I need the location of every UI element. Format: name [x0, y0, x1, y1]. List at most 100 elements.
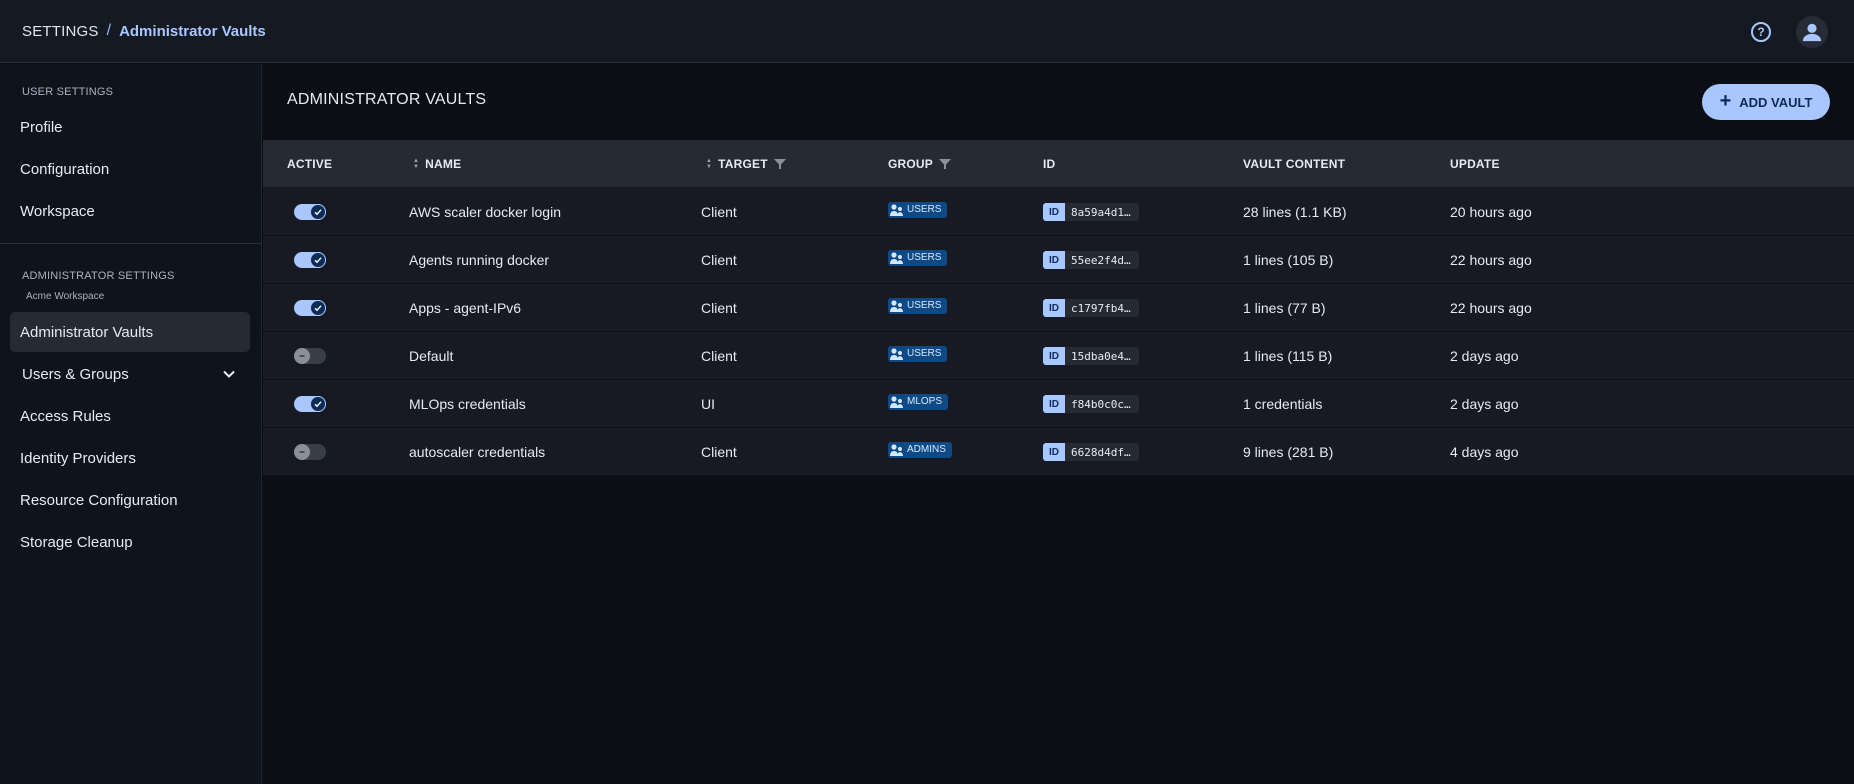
add-vault-label: ADD VAULT [1739, 94, 1813, 110]
vault-updated: 2 days ago [1450, 396, 1519, 412]
vault-content: 1 lines (77 B) [1243, 300, 1326, 316]
id-tag: ID [1043, 347, 1065, 365]
vaults-table: ACTIVE ▲ ▼ NAME ▲ ▼ TARGET GROUP ID VAULT … [263, 140, 1854, 476]
sidebar-item-label: Workspace [20, 202, 95, 220]
table-row[interactable]: MLOps credentials UI MLOPS ID f84b0c0c… … [263, 380, 1854, 428]
group-icon [890, 347, 903, 360]
active-toggle[interactable] [294, 396, 326, 412]
vault-name[interactable]: MLOps credentials [409, 380, 526, 428]
top-bar: SETTINGS / Administrator Vaults ? [0, 0, 1854, 63]
sidebar-item-identity-providers[interactable]: Identity Providers [10, 438, 250, 478]
active-toggle[interactable] [294, 252, 326, 268]
add-vault-button[interactable]: + ADD VAULT [1702, 84, 1830, 120]
table-header: ACTIVE ▲ ▼ NAME ▲ ▼ TARGET GROUP ID VAULT … [263, 140, 1854, 188]
table-row[interactable]: AWS scaler docker login Client USERS ID … [263, 188, 1854, 236]
sidebar-item-label: Resource Configuration [20, 491, 178, 509]
minus-icon [299, 451, 305, 453]
active-toggle[interactable] [294, 300, 326, 316]
sidebar-item-workspace[interactable]: Workspace [10, 191, 250, 231]
id-chip[interactable]: ID 55ee2f4d… [1043, 251, 1139, 269]
sort-icon[interactable]: ▲ ▼ [706, 158, 712, 170]
user-settings-heading: USER SETTINGS [22, 86, 114, 98]
sidebar-item-access-rules[interactable]: Access Rules [10, 396, 250, 436]
table-row[interactable]: Apps - agent-IPv6 Client USERS ID c1797f… [263, 284, 1854, 332]
sidebar-item-storage-cleanup[interactable]: Storage Cleanup [10, 522, 250, 562]
user-icon [1802, 23, 1822, 42]
vault-target: Client [701, 204, 737, 220]
plus-icon: + [1719, 90, 1732, 112]
group-badge: USERS [888, 297, 948, 314]
vault-updated: 22 hours ago [1450, 300, 1532, 316]
active-toggle[interactable] [294, 204, 326, 220]
sidebar-item-resource-configuration[interactable]: Resource Configuration [10, 480, 250, 520]
column-header-name[interactable]: ▲ ▼ NAME [413, 140, 461, 188]
breadcrumb: SETTINGS / Administrator Vaults [22, 22, 266, 40]
id-value: f84b0c0c… [1071, 397, 1131, 411]
vault-name[interactable]: Apps - agent-IPv6 [409, 284, 521, 332]
sidebar-item-administrator-vaults[interactable]: Administrator Vaults [10, 312, 250, 352]
active-toggle[interactable] [294, 348, 326, 364]
vault-content: 28 lines (1.1 KB) [1243, 204, 1347, 220]
sort-icon[interactable]: ▲ ▼ [413, 158, 419, 170]
vault-target: Client [701, 348, 737, 364]
filter-icon[interactable] [939, 158, 952, 170]
toggle-knob [310, 396, 326, 412]
vault-name[interactable]: Agents running docker [409, 236, 549, 284]
table-row[interactable]: Default Client USERS ID 15dba0e4… 1 line… [263, 332, 1854, 380]
id-tag: ID [1043, 395, 1065, 413]
column-header-active: ACTIVE [287, 157, 333, 171]
active-toggle[interactable] [294, 444, 326, 460]
main-content: ADMINISTRATOR VAULTS + ADD VAULT ACTIVE … [263, 64, 1854, 784]
help-icon[interactable]: ? [1751, 22, 1771, 42]
check-icon [314, 401, 322, 408]
minus-icon [299, 355, 305, 357]
filter-icon[interactable] [773, 158, 786, 170]
group-icon [890, 443, 903, 456]
vault-updated: 4 days ago [1450, 444, 1519, 460]
id-chip[interactable]: ID c1797fb4… [1043, 299, 1139, 317]
vault-target: Client [701, 300, 737, 316]
vault-name[interactable]: autoscaler credentials [409, 428, 545, 476]
admin-settings-heading: ADMINISTRATOR SETTINGS [22, 270, 175, 282]
page-title: ADMINISTRATOR VAULTS [287, 91, 487, 108]
id-chip[interactable]: ID 8a59a4d1… [1043, 203, 1139, 221]
group-icon [890, 395, 903, 408]
toggle-knob [310, 252, 326, 268]
column-header-target[interactable]: ▲ ▼ TARGET [706, 140, 786, 188]
sidebar-item-users-groups[interactable]: Users & Groups [10, 354, 250, 394]
id-tag: ID [1043, 299, 1065, 317]
id-chip[interactable]: ID 6628d4df… [1043, 443, 1139, 461]
vault-content: 1 lines (115 B) [1243, 348, 1333, 364]
group-icon [890, 203, 903, 216]
group-badge: MLOPS [888, 393, 949, 410]
vault-target: UI [701, 396, 715, 412]
id-value: c1797fb4… [1071, 301, 1131, 315]
group-icon [890, 251, 903, 264]
user-avatar[interactable] [1796, 16, 1828, 48]
vault-name[interactable]: AWS scaler docker login [409, 188, 561, 236]
vault-updated: 20 hours ago [1450, 204, 1532, 220]
toggle-knob [294, 444, 310, 460]
vault-name[interactable]: Default [409, 332, 453, 380]
column-header-group[interactable]: GROUP [888, 140, 952, 188]
id-chip[interactable]: ID 15dba0e4… [1043, 347, 1139, 365]
sidebar-item-label: Identity Providers [20, 449, 136, 467]
sidebar-item-configuration[interactable]: Configuration [10, 149, 250, 189]
id-chip[interactable]: ID f84b0c0c… [1043, 395, 1139, 413]
chevron-down-icon[interactable] [222, 367, 236, 381]
column-header-id: ID [1043, 157, 1056, 171]
sidebar-item-label: Access Rules [20, 407, 111, 425]
column-header-vault-content: VAULT CONTENT [1243, 157, 1346, 171]
vault-target: Client [701, 444, 737, 460]
group-badge: USERS [888, 345, 948, 362]
sidebar-item-label: Profile [20, 118, 63, 136]
sidebar-item-profile[interactable]: Profile [10, 107, 250, 147]
column-header-update: UPDATE [1450, 157, 1500, 171]
table-row[interactable]: autoscaler credentials Client ADMINS ID … [263, 428, 1854, 476]
breadcrumb-separator: / [106, 22, 112, 39]
table-row[interactable]: Agents running docker Client USERS ID 55… [263, 236, 1854, 284]
vault-updated: 22 hours ago [1450, 252, 1532, 268]
sidebar-item-label: Storage Cleanup [20, 533, 133, 551]
breadcrumb-settings[interactable]: SETTINGS [22, 23, 99, 40]
group-badge: USERS [888, 201, 948, 218]
